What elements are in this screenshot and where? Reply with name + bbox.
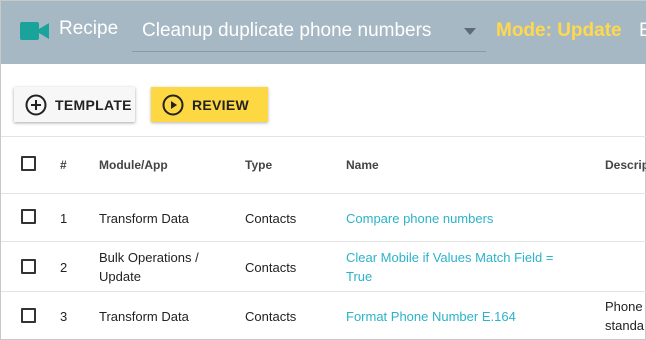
header-cut-text: E: [639, 20, 646, 41]
template-button[interactable]: TEMPLATE: [14, 87, 135, 122]
row-module: Bulk Operations / Update: [99, 250, 199, 284]
recipe-label: Recipe: [59, 18, 119, 39]
select-all-checkbox[interactable]: [21, 156, 36, 171]
column-header-type[interactable]: Type: [245, 156, 272, 175]
row-divider: [1, 291, 646, 292]
row-divider: [1, 241, 646, 242]
row-checkbox[interactable]: [21, 259, 36, 274]
row-index: 3: [60, 309, 68, 324]
row-name-link[interactable]: Clear Mobile if Values Match Field = Tru…: [346, 248, 561, 286]
row-divider: [1, 193, 646, 194]
column-header-module[interactable]: Module/App: [99, 156, 168, 175]
row-type: Contacts: [245, 211, 297, 226]
recipe-select[interactable]: Cleanup duplicate phone numbers: [132, 13, 486, 52]
column-header-description[interactable]: Descrip: [605, 156, 646, 175]
review-button-label: REVIEW: [192, 96, 250, 113]
row-name-link[interactable]: Compare phone numbers: [346, 209, 493, 228]
row-checkbox[interactable]: [21, 209, 36, 224]
top-bar: Recipe Cleanup duplicate phone numbers M…: [1, 1, 646, 64]
row-description: Phone standa: [605, 299, 645, 333]
row-type: Contacts: [245, 309, 297, 324]
plus-circle-icon: [25, 94, 47, 115]
row-index: 2: [60, 260, 68, 275]
row-type: Contacts: [245, 260, 297, 275]
toolbar-divider: [1, 136, 646, 137]
row-module: Transform Data: [99, 309, 189, 324]
play-circle-icon: [162, 94, 184, 115]
row-module: Transform Data: [99, 211, 189, 226]
recipe-select-value: Cleanup duplicate phone numbers: [142, 20, 432, 41]
column-header-name[interactable]: Name: [346, 156, 379, 175]
column-header-index: #: [60, 158, 67, 172]
template-button-label: TEMPLATE: [55, 96, 132, 113]
mode-label: Mode: Update: [496, 20, 622, 41]
review-button[interactable]: REVIEW: [151, 87, 268, 122]
chevron-down-icon: [464, 28, 476, 35]
row-index: 1: [60, 211, 68, 226]
row-name-link[interactable]: Format Phone Number E.164: [346, 307, 516, 326]
row-checkbox[interactable]: [21, 308, 36, 323]
video-camera-icon: [20, 22, 49, 40]
